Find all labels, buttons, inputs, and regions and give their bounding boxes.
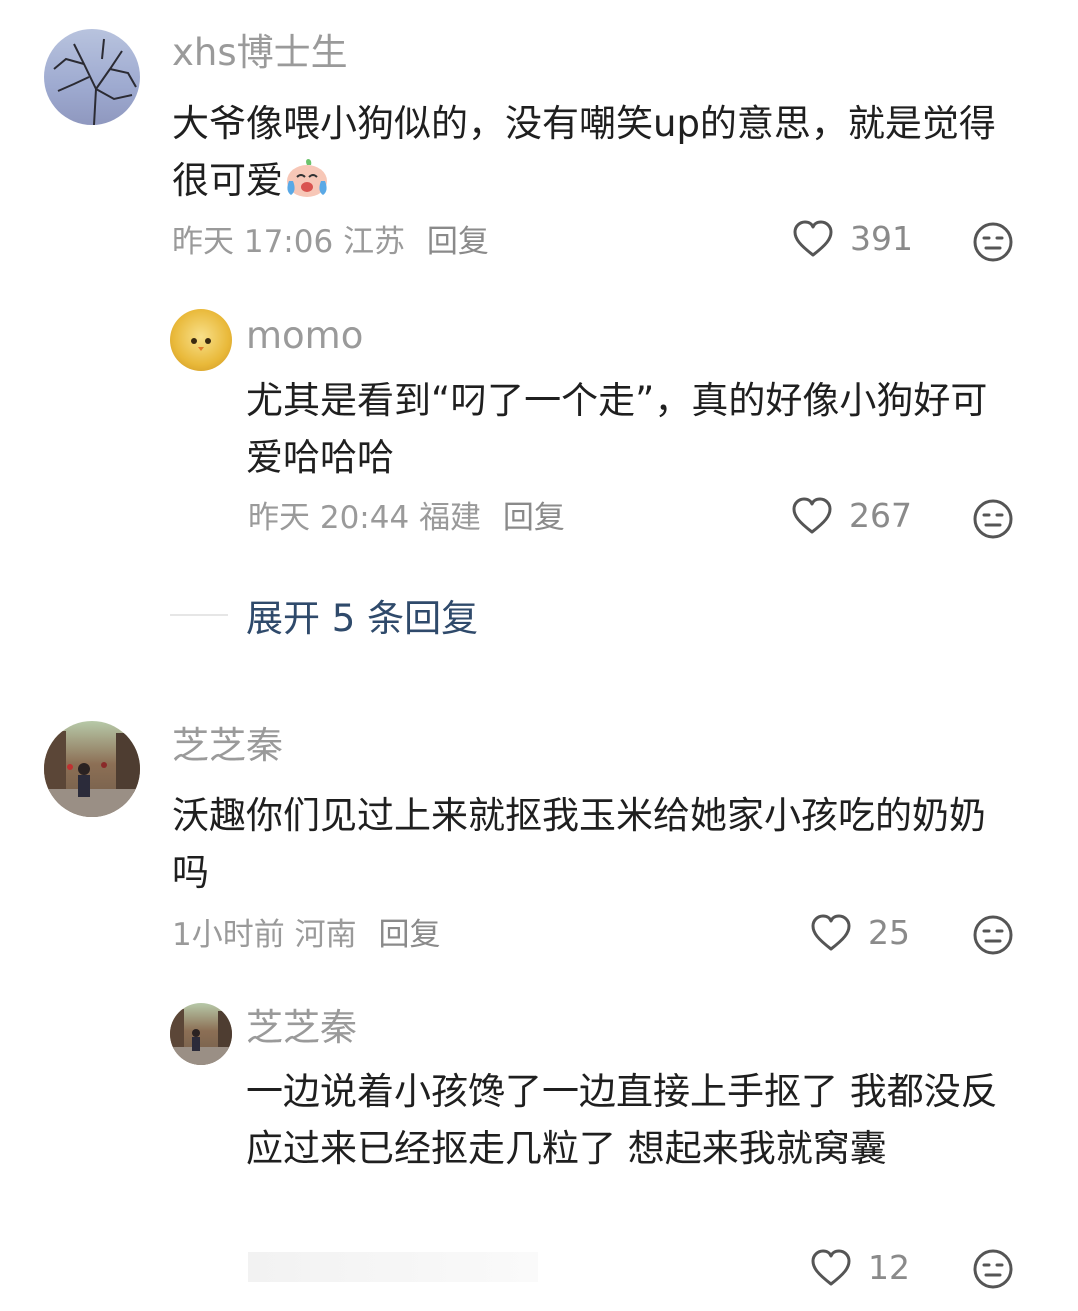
dislike-button[interactable]: [972, 498, 1014, 544]
expand-replies-label: 展开 5 条回复: [246, 597, 479, 640]
like-count: 12: [868, 1248, 910, 1287]
heart-outline-icon: [811, 914, 851, 950]
like-count: 267: [849, 496, 912, 535]
neutral-face-icon: [973, 499, 1013, 539]
avatar[interactable]: [170, 309, 232, 371]
comment-location: 江苏: [343, 224, 406, 260]
comment-body: 尤其是看到“叼了一个走”，真的好像小狗好可爱哈哈哈: [246, 379, 988, 479]
comment-location: 河南: [294, 917, 357, 953]
avatar[interactable]: [44, 721, 140, 817]
faded-meta-placeholder: [248, 1252, 538, 1282]
like-button[interactable]: 12: [810, 1248, 910, 1287]
like-button[interactable]: 391: [792, 219, 913, 258]
heart-outline-icon: [811, 1249, 851, 1285]
comment-time: 1小时前: [172, 917, 285, 953]
expand-replies-button[interactable]: 展开 5 条回复: [170, 588, 478, 642]
neutral-face-icon: [973, 1249, 1013, 1289]
avatar[interactable]: [170, 1003, 232, 1065]
yellow-chick-icon: [191, 338, 211, 351]
crying-laughing-emoji-icon: [283, 155, 331, 215]
neutral-face-icon: [973, 915, 1013, 955]
comment-time: 昨天 17:06: [172, 224, 334, 260]
comment-meta: 昨天 20:44 福建 回复: [248, 498, 565, 538]
comment-username[interactable]: 芝芝秦: [172, 724, 283, 768]
comment-body: 一边说着小孩馋了一边直接上手抠了 我都没反应过来已经抠走几粒了 想起来我就窝囊: [246, 1070, 998, 1170]
comment-meta: 昨天 17:06 江苏 回复: [172, 222, 489, 262]
divider: [170, 614, 228, 616]
heart-outline-icon: [792, 497, 832, 533]
heart-outline-icon: [793, 220, 833, 256]
like-count: 391: [850, 219, 913, 258]
like-button[interactable]: 25: [810, 913, 910, 952]
comment-body: 沃趣你们见过上来就抠我玉米给她家小孩吃的奶奶吗: [172, 794, 986, 894]
comment-location: 福建: [419, 500, 482, 536]
reply-button[interactable]: 回复: [503, 500, 565, 536]
dislike-button[interactable]: [972, 914, 1014, 960]
comment-meta: 1小时前 河南 回复: [172, 915, 440, 955]
dislike-button[interactable]: [972, 221, 1014, 267]
reply-button[interactable]: 回复: [378, 917, 440, 953]
comment-username[interactable]: momo: [246, 314, 363, 358]
comment-text: 大爷像喂小狗似的，没有嘲笑up的意思，就是觉得很可爱: [172, 95, 1022, 215]
tree-branches-icon: [53, 38, 137, 125]
street-photo-icon: [170, 1009, 232, 1065]
street-photo-icon: [44, 731, 140, 817]
like-button[interactable]: 267: [791, 496, 912, 535]
comment-time: 昨天 20:44: [248, 500, 410, 536]
comment-username[interactable]: xhs博士生: [172, 31, 348, 75]
reply-button[interactable]: 回复: [427, 224, 489, 260]
dislike-button[interactable]: [972, 1248, 1014, 1294]
neutral-face-icon: [973, 222, 1013, 262]
comment-username[interactable]: 芝芝秦: [246, 1006, 357, 1050]
avatar[interactable]: [44, 29, 140, 125]
like-count: 25: [868, 913, 910, 952]
